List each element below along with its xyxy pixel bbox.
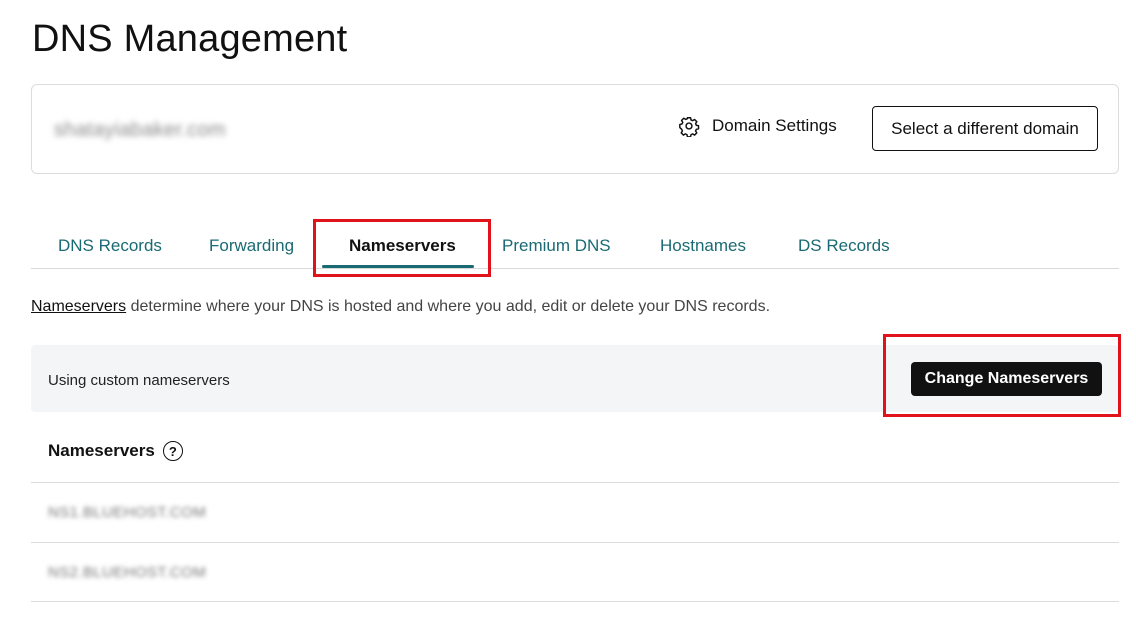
domain-name: shatayiabaker.com [54, 119, 226, 141]
select-different-domain-button[interactable]: Select a different domain [872, 106, 1098, 151]
domain-card: shatayiabaker.com Domain Settings Select… [31, 84, 1119, 174]
intro-description: determine where your DNS is hosted and w… [126, 298, 771, 315]
nameservers-link[interactable]: Nameservers [31, 298, 126, 315]
help-icon[interactable]: ? [162, 441, 183, 461]
nameserver-value: NS2.BLUEHOST.COM [48, 564, 207, 581]
nameserver-value: NS1.BLUEHOST.COM [48, 504, 207, 521]
tab-dns-records[interactable]: DNS Records [58, 236, 162, 256]
nameservers-heading: Nameservers [48, 441, 155, 460]
highlight-box-change-button [883, 334, 1121, 417]
nameservers-header: Nameservers ? [48, 441, 183, 461]
tab-bar: DNS Records Forwarding Nameservers Premi… [31, 218, 1119, 269]
tab-hostnames[interactable]: Hostnames [660, 236, 746, 256]
domain-settings-label: Domain Settings [712, 116, 837, 135]
tab-premium-dns[interactable]: Premium DNS [502, 236, 611, 256]
nameserver-row: NS1.BLUEHOST.COM [31, 482, 1119, 542]
tab-ds-records[interactable]: DS Records [798, 236, 890, 256]
status-text: Using custom nameservers [48, 372, 230, 389]
tab-forwarding[interactable]: Forwarding [209, 236, 294, 256]
intro-text: Nameservers determine where your DNS is … [31, 298, 770, 316]
gear-icon [679, 117, 700, 137]
nameserver-row: NS2.BLUEHOST.COM [31, 542, 1119, 602]
domain-settings-button[interactable]: Domain Settings [678, 115, 837, 137]
page-title: DNS Management [32, 18, 348, 60]
highlight-box-nameservers-tab [313, 219, 491, 277]
